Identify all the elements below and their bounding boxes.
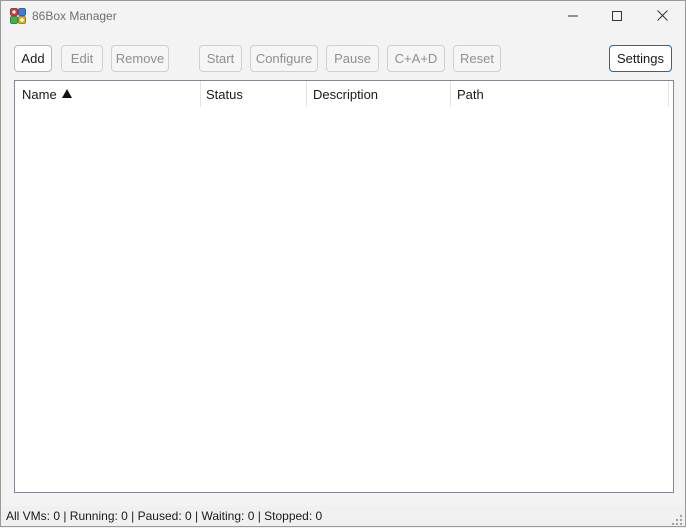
close-button[interactable] xyxy=(639,1,685,32)
maximize-button[interactable] xyxy=(594,1,640,32)
edit-button[interactable]: Edit xyxy=(61,45,103,72)
title-bar[interactable]: 86Box Manager xyxy=(1,1,685,32)
86box-app-icon xyxy=(10,8,26,24)
status-summary: All VMs: 0 | Running: 0 | Paused: 0 | Wa… xyxy=(6,509,323,523)
maximize-icon xyxy=(612,9,622,24)
column-header-label: Path xyxy=(457,86,484,102)
column-header-label: Name xyxy=(22,86,57,102)
column-header-status[interactable]: Status xyxy=(199,81,307,107)
vm-list-body[interactable] xyxy=(15,107,673,492)
settings-button[interactable]: Settings xyxy=(609,45,672,72)
ctrl-alt-del-button[interactable]: C+A+D xyxy=(387,45,445,72)
minimize-icon xyxy=(568,9,578,24)
column-header-label: Status xyxy=(206,86,243,102)
minimize-button[interactable] xyxy=(550,1,596,32)
column-header-description[interactable]: Description xyxy=(306,81,451,107)
window-title: 86Box Manager xyxy=(32,9,117,23)
status-bar: All VMs: 0 | Running: 0 | Paused: 0 | Wa… xyxy=(1,506,685,526)
column-header-path[interactable]: Path xyxy=(450,81,669,107)
vm-list-header: Name Status Description Path xyxy=(15,81,673,107)
pause-button[interactable]: Pause xyxy=(326,45,379,72)
resize-grip-icon[interactable] xyxy=(672,513,682,525)
configure-button[interactable]: Configure xyxy=(250,45,318,72)
add-button[interactable]: Add xyxy=(14,45,52,72)
start-button[interactable]: Start xyxy=(199,45,242,72)
sort-ascending-icon xyxy=(61,88,72,98)
close-icon xyxy=(656,9,668,24)
main-window: 86Box Manager Add Edit Remove Start Conf… xyxy=(0,0,686,527)
vm-list[interactable]: Name Status Description Path xyxy=(14,80,674,493)
remove-button[interactable]: Remove xyxy=(111,45,169,72)
column-header-name[interactable]: Name xyxy=(15,81,201,107)
column-header-label: Description xyxy=(313,86,379,102)
reset-button[interactable]: Reset xyxy=(453,45,501,72)
